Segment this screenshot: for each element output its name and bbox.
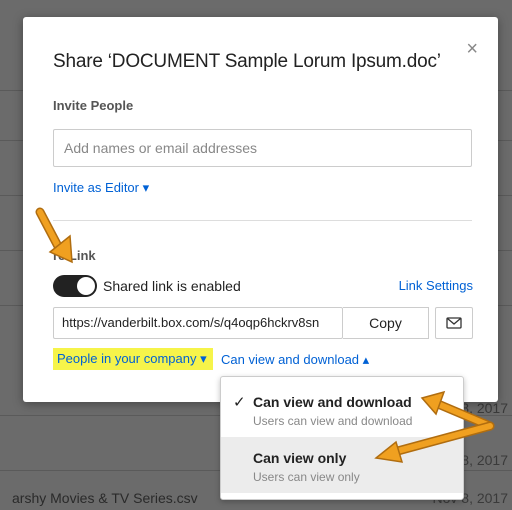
option-description: Users can view and download	[253, 414, 413, 428]
invite-email-input[interactable]	[53, 129, 472, 167]
bg-date: 8, 2017	[461, 452, 508, 468]
link-settings-link[interactable]: Link Settings	[399, 278, 473, 293]
option-label: Can view only	[253, 450, 347, 466]
option-description: Users can view only	[253, 470, 360, 484]
checkmark-icon: ✓	[233, 394, 246, 411]
option-label: Can view and download	[253, 394, 412, 410]
permission-menu: ✓ Can view and download Users can view a…	[220, 376, 464, 500]
bg-date: 8, 2017	[461, 400, 508, 416]
toggle-knob	[77, 277, 95, 295]
access-level-dropdown[interactable]: People in your company ▾	[53, 348, 213, 370]
divider	[53, 220, 472, 221]
toggle-label: Shared link is enabled	[103, 278, 241, 294]
permission-dropdown[interactable]: Can view and download ▴	[221, 352, 369, 368]
close-icon[interactable]: ×	[466, 39, 478, 59]
copy-button[interactable]: Copy	[343, 307, 429, 339]
menu-option-view-only[interactable]: Can view only Users can view only	[221, 437, 463, 493]
share-dialog: × Share ‘DOCUMENT Sample Lorum Ipsum.doc…	[23, 17, 498, 402]
bg-file-name: arshy Movies & TV Series.csv	[12, 490, 198, 506]
shared-link-toggle[interactable]	[53, 275, 97, 297]
share-link-heading: re Link	[53, 248, 96, 263]
shared-url-field[interactable]: https://vanderbilt.box.com/s/q4oqp6hckrv…	[53, 307, 343, 339]
menu-option-view-download[interactable]: ✓ Can view and download Users can view a…	[221, 381, 463, 437]
invite-role-dropdown[interactable]: Invite as Editor ▾	[53, 180, 149, 196]
envelope-icon	[446, 317, 462, 329]
email-button[interactable]	[435, 307, 473, 339]
invite-heading: Invite People	[53, 98, 134, 113]
dialog-title: Share ‘DOCUMENT Sample Lorum Ipsum.doc’	[53, 51, 441, 72]
